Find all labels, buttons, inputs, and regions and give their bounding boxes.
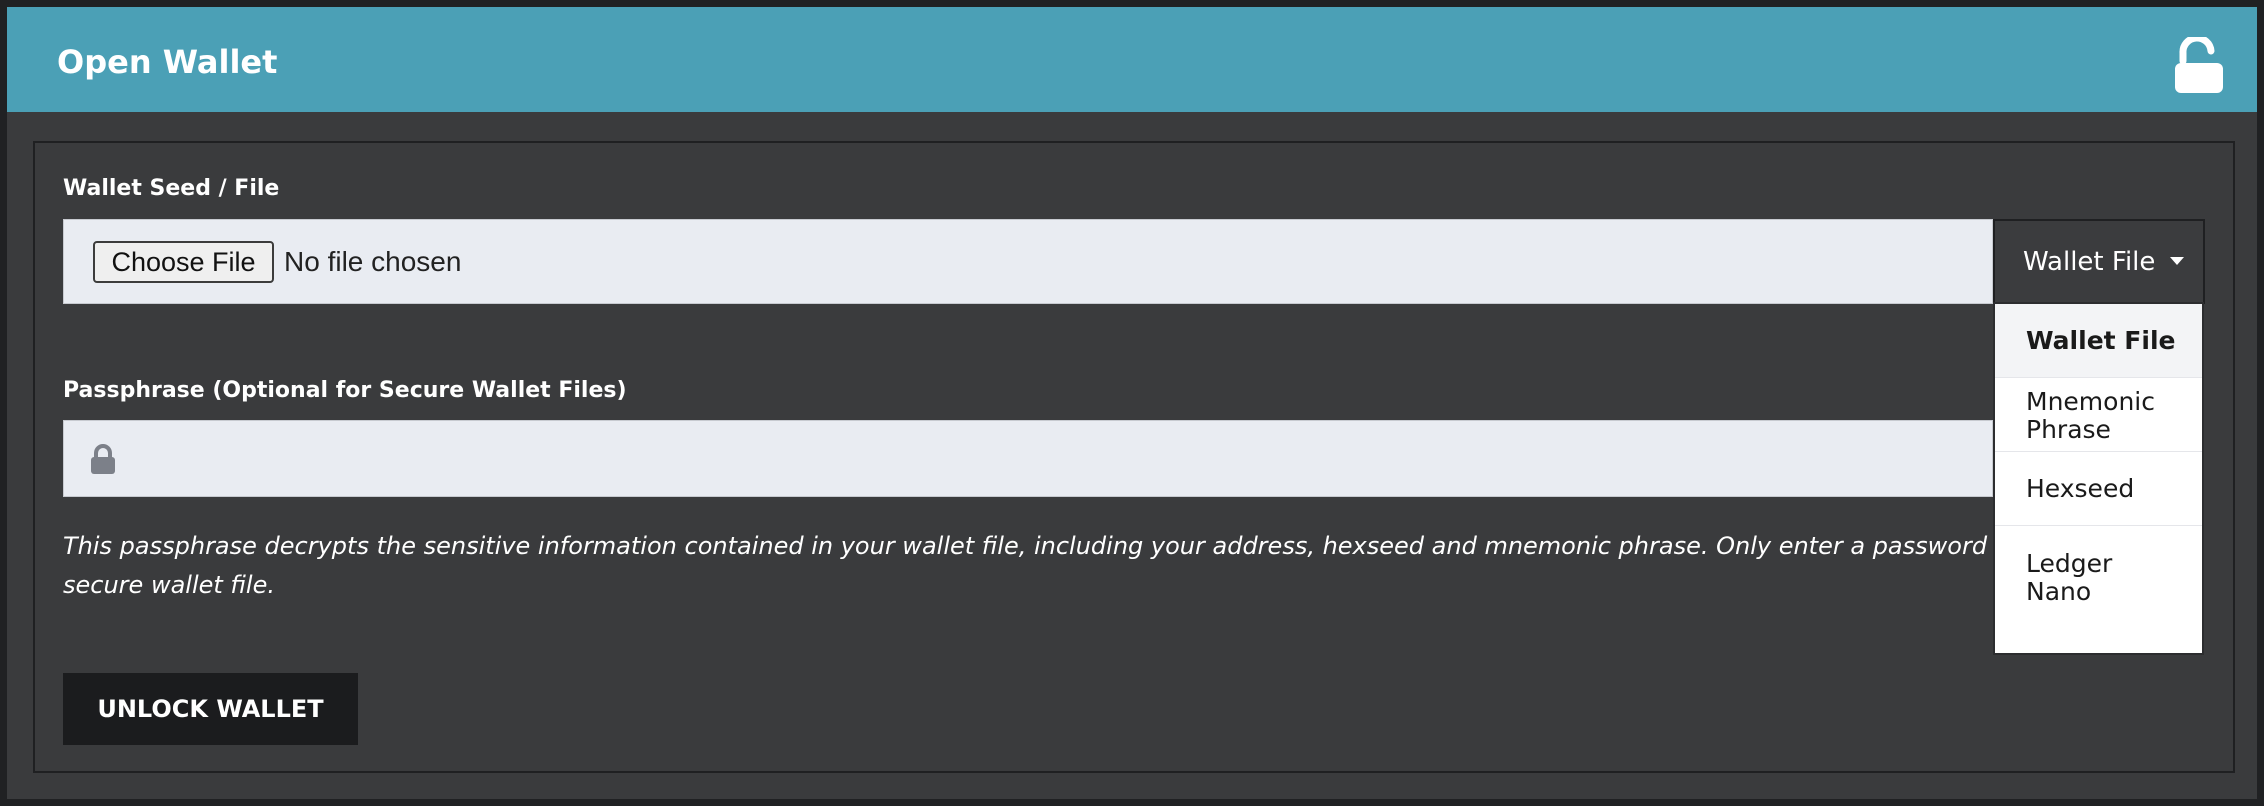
dropdown-item-mnemonic-phrase[interactable]: Mnemonic Phrase bbox=[1995, 378, 2202, 452]
dropdown-item-label: Hexseed bbox=[2026, 474, 2135, 503]
wallet-file-input[interactable]: Choose File No file chosen bbox=[63, 219, 1993, 304]
header-bar: Open Wallet bbox=[7, 7, 2257, 112]
wallet-type-dropdown: Wallet File Mnemonic Phrase Hexseed Ledg… bbox=[1993, 302, 2204, 655]
dropdown-item-wallet-file[interactable]: Wallet File bbox=[1995, 304, 2202, 378]
dropdown-item-hexseed[interactable]: Hexseed bbox=[1995, 452, 2202, 526]
passphrase-input[interactable] bbox=[63, 420, 1993, 497]
wallet-type-selected: Wallet File bbox=[2023, 247, 2156, 277]
wallet-type-select[interactable]: Wallet File bbox=[1993, 219, 2205, 304]
dropdown-item-label: Nano bbox=[2026, 577, 2092, 606]
unlocked-padlock-icon bbox=[2175, 37, 2223, 93]
caret-down-icon bbox=[2170, 257, 2184, 265]
choose-file-button[interactable]: Choose File bbox=[93, 241, 274, 283]
page-title: Open Wallet bbox=[57, 43, 278, 81]
padlock-icon bbox=[91, 444, 115, 474]
passphrase-help-text: This passphrase decrypts the sensitive i… bbox=[63, 527, 2062, 605]
dropdown-item-label: Wallet File bbox=[2026, 326, 2176, 355]
help-line: secure wallet file. bbox=[63, 571, 275, 599]
dropdown-item-label: Phrase bbox=[2026, 415, 2111, 444]
wallet-seed-label: Wallet Seed / File bbox=[63, 176, 280, 201]
unlock-wallet-button[interactable]: UNLOCK WALLET bbox=[63, 673, 358, 745]
file-status-text: No file chosen bbox=[284, 246, 462, 277]
help-line: This passphrase decrypts the sensitive i… bbox=[63, 532, 2062, 560]
dropdown-item-label: Mnemonic bbox=[2026, 387, 2155, 416]
passphrase-label: Passphrase (Optional for Secure Wallet F… bbox=[63, 378, 627, 403]
